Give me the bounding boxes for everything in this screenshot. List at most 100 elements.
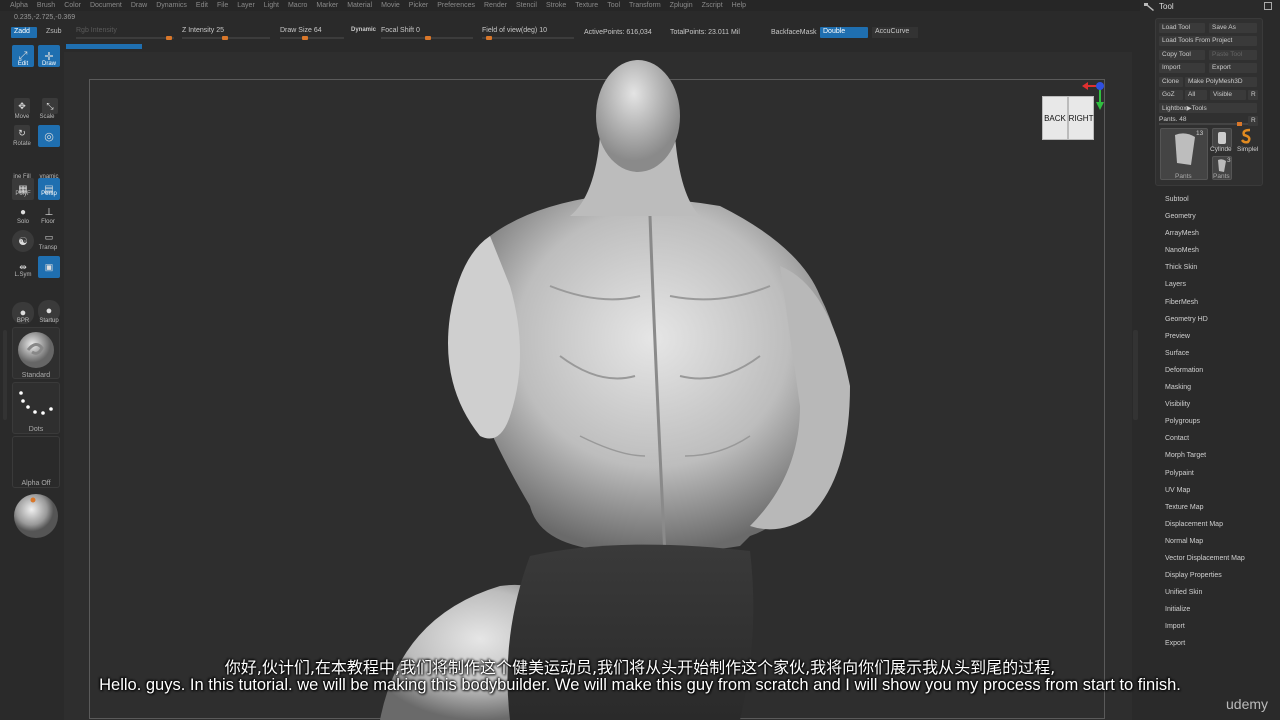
load-tool-button[interactable]: Load Tool: [1159, 23, 1205, 33]
zsub-toggle[interactable]: Zsub: [43, 27, 63, 38]
menu-item-stroke[interactable]: Stroke: [546, 2, 566, 9]
subpalette-display-properties[interactable]: Display Properties: [1165, 571, 1245, 588]
subpalette-masking[interactable]: Masking: [1165, 383, 1245, 400]
menu-item-dynamics[interactable]: Dynamics: [156, 2, 187, 9]
solo-button[interactable]: ●: [15, 205, 31, 219]
subpalette-polypaint[interactable]: Polypaint: [1165, 469, 1245, 486]
goz-all-button[interactable]: All: [1185, 90, 1207, 100]
menu-item-edit[interactable]: Edit: [196, 2, 208, 9]
transparency-icon: ▭: [44, 231, 54, 242]
left-panel-scroll-handle[interactable]: [3, 330, 7, 420]
menu-item-brush[interactable]: Brush: [37, 2, 55, 9]
transparency-button[interactable]: ▭: [40, 230, 58, 244]
menu-item-stencil[interactable]: Stencil: [516, 2, 537, 9]
subpalette-displacement-map[interactable]: Displacement Map: [1165, 520, 1245, 537]
material-sphere-icon[interactable]: [12, 492, 60, 540]
subpalette-deformation[interactable]: Deformation: [1165, 366, 1245, 383]
cylinder-tool-thumbnail[interactable]: [1212, 128, 1232, 148]
alpha-off-label: Alpha Off: [21, 480, 51, 487]
menu-item-alpha[interactable]: Alpha: [10, 2, 28, 9]
navcube-back-face[interactable]: BACK: [1042, 96, 1068, 140]
tool-subpalette-list: Subtool Geometry ArrayMesh NanoMesh Thick Sk…: [1165, 195, 1245, 657]
navcube-right-face[interactable]: RIGHT: [1068, 96, 1094, 140]
xpose-button[interactable]: ▣: [38, 256, 60, 278]
subpalette-nanomesh[interactable]: NanoMesh: [1165, 246, 1245, 263]
subpalette-normal-map[interactable]: Normal Map: [1165, 537, 1245, 554]
subpalette-visibility[interactable]: Visibility: [1165, 400, 1245, 417]
clone-button[interactable]: Clone: [1159, 77, 1183, 87]
backface-mask-value[interactable]: Double: [820, 27, 868, 38]
subpalette-initialize[interactable]: Initialize: [1165, 605, 1245, 622]
subpalette-vector-displacement-map[interactable]: Vector Displacement Map: [1165, 554, 1245, 571]
subpalette-surface[interactable]: Surface: [1165, 349, 1245, 366]
subpalette-arraymesh[interactable]: ArrayMesh: [1165, 229, 1245, 246]
rotate-button[interactable]: ↻: [14, 125, 30, 141]
focal-shift-slider[interactable]: Focal Shift 0: [381, 27, 473, 40]
bodybuilder-model[interactable]: [380, 56, 880, 720]
menu-item-texture[interactable]: Texture: [575, 2, 598, 9]
menu-item-transform[interactable]: Transform: [629, 2, 661, 9]
scale-button[interactable]: ⤡: [42, 98, 58, 114]
subpalette-uv-map[interactable]: UV Map: [1165, 486, 1245, 503]
subpalette-import[interactable]: Import: [1165, 622, 1245, 639]
subpalette-fibermesh[interactable]: FiberMesh: [1165, 298, 1245, 315]
accucurve-button[interactable]: AccuCurve: [872, 27, 918, 38]
menu-item-file[interactable]: File: [217, 2, 228, 9]
menu-item-material[interactable]: Material: [347, 2, 372, 9]
simple-brush-icon[interactable]: [1240, 128, 1254, 144]
subpalette-subtool[interactable]: Subtool: [1165, 195, 1245, 212]
goz-button[interactable]: GoZ: [1159, 90, 1183, 100]
tool-r-button[interactable]: R: [1248, 116, 1258, 126]
menu-item-zplugin[interactable]: Zplugin: [670, 2, 693, 9]
menu-item-color[interactable]: Color: [64, 2, 81, 9]
export-button[interactable]: Export: [1209, 63, 1257, 73]
menu-item-render[interactable]: Render: [484, 2, 507, 9]
save-as-button[interactable]: Save As: [1209, 23, 1257, 33]
menu-item-zscript[interactable]: Zscript: [702, 2, 723, 9]
gizmo-button[interactable]: ◎: [38, 125, 60, 147]
rgb-intensity-slider[interactable]: Rgb Intensity: [76, 27, 174, 40]
menu-item-draw[interactable]: Draw: [131, 2, 147, 9]
subpalette-preview[interactable]: Preview: [1165, 332, 1245, 349]
menu-item-macro[interactable]: Macro: [288, 2, 307, 9]
goz-r-button[interactable]: R: [1248, 90, 1258, 100]
navigation-cube[interactable]: BACK RIGHT: [1042, 96, 1094, 140]
edit-label: Edit: [17, 61, 29, 67]
make-polymesh3d-button[interactable]: Make PolyMesh3D: [1185, 77, 1257, 87]
palette-dock-toggle[interactable]: [1264, 2, 1272, 10]
load-tools-from-project-button[interactable]: Load Tools From Project: [1159, 36, 1257, 46]
lightbox-tools-button[interactable]: Lightbox▶Tools: [1159, 103, 1257, 113]
menu-item-picker[interactable]: Picker: [409, 2, 428, 9]
menu-item-layer[interactable]: Layer: [237, 2, 255, 9]
current-tool-slider[interactable]: Pants. 48: [1159, 116, 1249, 126]
transp-toggle[interactable]: ☯: [12, 230, 34, 252]
import-button[interactable]: Import: [1159, 63, 1205, 73]
zadd-toggle[interactable]: Zadd: [11, 27, 37, 38]
menu-item-light[interactable]: Light: [264, 2, 279, 9]
subpalette-morph-target[interactable]: Morph Target: [1165, 451, 1245, 468]
subpalette-thick-skin[interactable]: Thick Skin: [1165, 263, 1245, 280]
menu-item-preferences[interactable]: Preferences: [437, 2, 475, 9]
paste-tool-button[interactable]: Paste Tool: [1209, 50, 1257, 60]
right-panel-scroll-handle[interactable]: [1133, 330, 1138, 420]
menu-item-movie[interactable]: Movie: [381, 2, 400, 9]
menu-item-marker[interactable]: Marker: [316, 2, 338, 9]
menu-item-tool[interactable]: Tool: [607, 2, 620, 9]
menu-item-help[interactable]: Help: [732, 2, 746, 9]
move-button[interactable]: ✥: [14, 98, 30, 114]
menu-item-document[interactable]: Document: [90, 2, 122, 9]
z-intensity-slider[interactable]: Z Intensity 25: [182, 27, 270, 40]
subpalette-geometry[interactable]: Geometry: [1165, 212, 1245, 229]
floor-button[interactable]: ⊥: [41, 205, 57, 219]
draw-size-slider[interactable]: Draw Size 64: [280, 27, 344, 40]
subpalette-polygroups[interactable]: Polygroups: [1165, 417, 1245, 434]
subpalette-contact[interactable]: Contact: [1165, 434, 1245, 451]
subpalette-layers[interactable]: Layers: [1165, 280, 1245, 297]
copy-tool-button[interactable]: Copy Tool: [1159, 50, 1205, 60]
goz-visible-button[interactable]: Visible: [1210, 90, 1246, 100]
subpalette-geometry-hd[interactable]: Geometry HD: [1165, 315, 1245, 332]
subpalette-texture-map[interactable]: Texture Map: [1165, 503, 1245, 520]
dynamic-toggle[interactable]: Dynamic: [351, 27, 376, 33]
field-of-view-slider[interactable]: Field of view(deg) 10: [482, 27, 574, 40]
subpalette-unified-skin[interactable]: Unified Skin: [1165, 588, 1245, 605]
